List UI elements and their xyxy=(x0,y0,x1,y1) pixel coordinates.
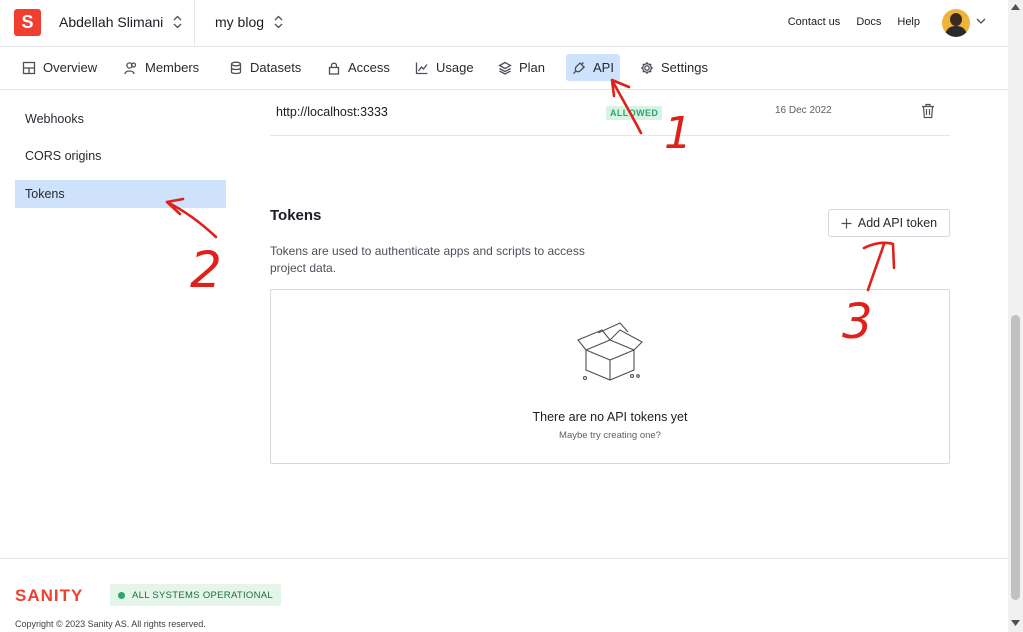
tokens-empty-state: There are no API tokens yet Maybe try cr… xyxy=(270,289,950,464)
status-badge: ALLOWED xyxy=(606,106,663,120)
tab-label: Plan xyxy=(519,60,546,75)
system-status-label: ALL SYSTEMS OPERATIONAL xyxy=(132,589,273,601)
sidebar-item-tokens[interactable]: Tokens xyxy=(15,180,226,208)
avatar[interactable] xyxy=(942,9,970,37)
tab-api[interactable]: API xyxy=(566,54,620,81)
divider xyxy=(194,0,195,47)
database-icon xyxy=(230,61,242,74)
scrollbar-thumb[interactable] xyxy=(1011,315,1020,600)
chevron-down-icon[interactable] xyxy=(976,17,986,25)
tab-access[interactable]: Access xyxy=(321,54,396,81)
lock-icon xyxy=(328,62,340,75)
tab-members[interactable]: Members xyxy=(118,54,205,81)
project-name: my blog xyxy=(215,14,265,30)
grid-icon xyxy=(22,61,36,74)
tokens-heading: Tokens xyxy=(270,207,322,224)
add-api-token-button[interactable]: Add API token xyxy=(828,209,950,237)
users-icon xyxy=(124,61,137,74)
contact-us-link[interactable]: Contact us xyxy=(788,16,841,28)
origin-date: 16 Dec 2022 xyxy=(775,105,832,116)
tab-datasets[interactable]: Datasets xyxy=(223,54,307,81)
scroll-down-arrow-icon[interactable] xyxy=(1011,620,1020,626)
system-status-badge[interactable]: ALL SYSTEMS OPERATIONAL xyxy=(110,584,281,606)
sidebar-item-webhooks[interactable]: Webhooks xyxy=(15,105,226,133)
scroll-up-arrow-icon[interactable] xyxy=(1011,4,1020,10)
gear-icon xyxy=(641,61,653,74)
tab-label: Access xyxy=(348,60,390,75)
tab-label: Settings xyxy=(661,60,708,75)
sanity-logo-icon[interactable]: S xyxy=(14,9,41,36)
header-links: Contact us Docs Help xyxy=(788,16,920,28)
footer: SANITY ALL SYSTEMS OPERATIONAL Copyright… xyxy=(0,558,1008,632)
sidebar-item-label: Webhooks xyxy=(25,112,84,126)
tab-overview[interactable]: Overview xyxy=(16,54,103,81)
page-scrollbar[interactable] xyxy=(1008,0,1023,632)
empty-state-title: There are no API tokens yet xyxy=(532,410,688,424)
sidebar-item-cors-origins[interactable]: CORS origins xyxy=(15,142,226,170)
plug-icon xyxy=(573,61,585,74)
sidebar-item-label: CORS origins xyxy=(25,149,102,163)
help-link[interactable]: Help xyxy=(897,16,920,28)
chart-icon xyxy=(415,62,428,74)
status-dot-icon xyxy=(118,591,125,599)
copyright-text: Copyright © 2023 Sanity AS. All rights r… xyxy=(15,619,206,629)
organization-switcher[interactable]: Abdellah Slimani xyxy=(59,14,182,30)
empty-state-subtitle: Maybe try creating one? xyxy=(559,430,661,441)
tab-settings[interactable]: Settings xyxy=(634,54,714,81)
organization-name: Abdellah Slimani xyxy=(59,14,164,30)
project-switcher[interactable]: my blog xyxy=(215,14,283,30)
tab-label: Overview xyxy=(43,60,98,75)
empty-box-icon xyxy=(577,322,643,381)
add-api-token-label: Add API token xyxy=(857,216,938,230)
updown-chevron-icon xyxy=(173,15,182,29)
tab-label: Datasets xyxy=(250,60,302,75)
sanity-wordmark[interactable]: SANITY xyxy=(15,586,83,606)
plus-icon xyxy=(841,218,852,228)
tab-label: API xyxy=(593,60,614,75)
tab-usage[interactable]: Usage xyxy=(409,54,480,81)
project-nav: Overview Members Datasets Access Usage P… xyxy=(0,48,1008,90)
tab-label: Usage xyxy=(436,60,474,75)
tokens-description: Tokens are used to authenticate apps and… xyxy=(270,244,585,275)
tab-plan[interactable]: Plan xyxy=(492,54,551,81)
top-bar: S Abdellah Slimani my blog Contact us Do… xyxy=(0,0,1008,47)
layers-icon xyxy=(498,61,512,75)
sidebar-item-label: Tokens xyxy=(25,187,65,201)
tab-label: Members xyxy=(145,60,200,75)
origin-url: http://localhost:3333 xyxy=(276,105,388,119)
arrow-3-icon xyxy=(862,241,896,292)
annotation-number: 2 xyxy=(190,241,222,299)
cors-origin-row: http://localhost:3333 ALLOWED 16 Dec 202… xyxy=(270,92,950,136)
updown-chevron-icon xyxy=(274,15,283,29)
docs-link[interactable]: Docs xyxy=(856,16,881,28)
trash-icon[interactable] xyxy=(921,103,935,119)
